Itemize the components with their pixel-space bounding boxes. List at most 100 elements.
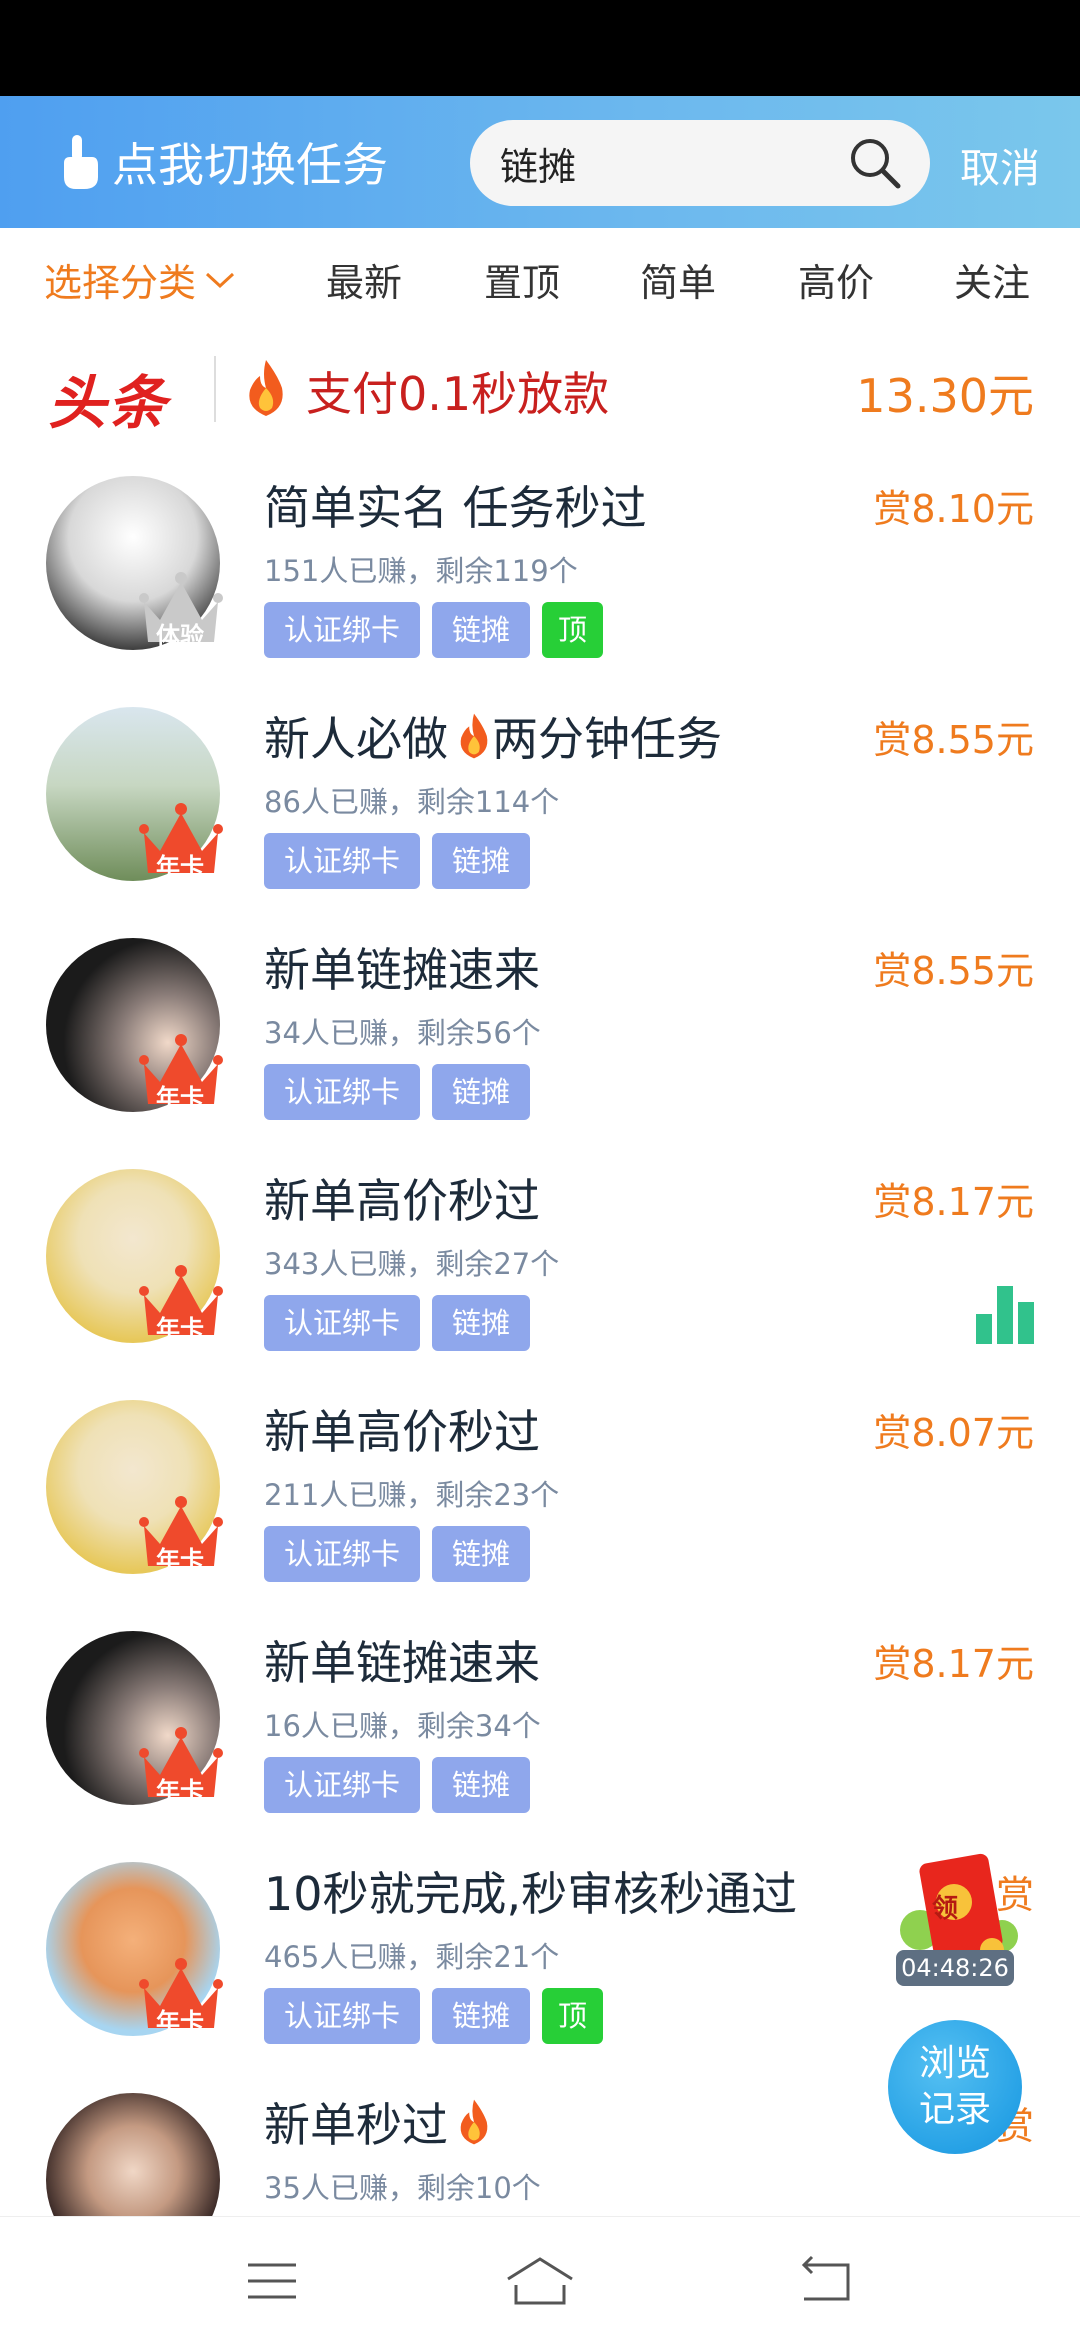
task-title-text: 简单实名 任务秒过 [264,481,647,535]
avatar [46,2093,220,2216]
tab-latest[interactable]: 最新 [326,252,402,307]
task-stats: 465人已赚，剩余21个 [264,1940,560,1974]
task-title-text: 10秒就完成,秒审核秒通过 [264,1867,798,1921]
task-title-text: 新单高价秒过 [264,1405,540,1459]
task-title: 新单链摊速来 [264,934,540,1000]
task-item[interactable]: 年卡 新人必做 两分钟任务 86人已赚，剩余114个 认证绑卡 链摊 赏8.55… [0,673,1080,904]
task-reward: 赏8.17元 [873,1642,1034,1686]
search-value: 链摊 [500,144,577,189]
task-stats: 211人已赚，剩余23个 [264,1478,560,1512]
tag-verify-card: 认证绑卡 [264,833,421,889]
pointing-hand-icon [64,135,98,189]
search-header: 点我切换任务 链摊 取消 [0,96,1080,228]
switch-task-button[interactable]: 点我切换任务 [58,130,388,194]
tab-following[interactable]: 关注 [954,252,1030,307]
avatar-badge-label: 年卡 [156,853,204,881]
tag-top: 顶 [542,602,604,658]
switch-task-label: 点我切换任务 [112,138,388,192]
task-title: 10秒就完成,秒审核秒通过 [264,1858,797,1924]
task-tags: 认证绑卡 链摊 顶 [264,602,615,658]
tag-lian-tan: 链摊 [432,1295,531,1351]
task-title: 新单秒过 [264,2089,492,2155]
tag-lian-tan: 链摊 [432,1988,531,2044]
task-reward: 赏8.10元 [873,487,1034,531]
fire-icon [460,713,488,759]
status-bar [0,0,1080,96]
envelope-label: 领 [932,1894,959,1924]
tag-verify-card: 认证绑卡 [264,1064,421,1120]
task-tags: 认证绑卡 链摊 [264,833,542,889]
task-item[interactable]: 体验 简单实名 任务秒过 151人已赚，剩余119个 认证绑卡 链摊 顶 赏8.… [0,442,1080,673]
tag-verify-card: 认证绑卡 [264,1295,421,1351]
avatar-badge-label: 年卡 [156,1777,204,1805]
task-item[interactable]: 年卡 新单链摊速来 16人已赚，剩余34个 认证绑卡 链摊 赏8.17元 [0,1597,1080,1828]
task-title: 简单实名 任务秒过 [264,472,647,538]
headline-title: 支付0.1秒放款 [306,367,610,421]
task-title: 新人必做 两分钟任务 [264,703,722,769]
fire-icon [460,2099,488,2145]
tab-category-label: 选择分类 [44,261,197,305]
history-label-1: 浏览 [918,2043,991,2084]
tag-lian-tan: 链摊 [432,1526,531,1582]
menu-icon[interactable] [242,2251,302,2311]
headline-banner[interactable]: 头条 支付0.1秒放款 13.30元 [0,332,1080,442]
task-item[interactable]: 年卡 新单高价秒过 211人已赚，剩余23个 认证绑卡 链摊 赏8.07元 [0,1366,1080,1597]
headline-amount: 13.30元 [856,369,1034,423]
tab-simple[interactable]: 简单 [640,252,716,307]
task-tags: 认证绑卡 链摊 [264,1757,542,1813]
task-reward: 赏8.17元 [873,1180,1034,1224]
bar-chart-icon[interactable] [974,1284,1036,1346]
task-title-text: 新单链摊速来 [264,1636,540,1690]
tag-verify-card: 认证绑卡 [264,602,421,658]
tag-verify-card: 认证绑卡 [264,1988,421,2044]
chevron-down-icon [205,272,235,288]
avatar-badge-label: 年卡 [156,2008,204,2036]
task-tags: 认证绑卡 链摊 [264,1526,542,1582]
task-stats: 343人已赚，剩余27个 [264,1247,560,1281]
task-title-text: 新单链摊速来 [264,943,540,997]
task-title-text-2: 两分钟任务 [492,712,722,766]
cancel-button[interactable]: 取消 [960,136,1040,194]
avatar-badge-label: 年卡 [156,1315,204,1343]
filter-tabs: 选择分类 最新 置顶 简单 高价 关注 [0,228,1080,332]
task-item[interactable]: 年卡 新单高价秒过 343人已赚，剩余27个 认证绑卡 链摊 赏8.17元 [0,1135,1080,1366]
task-reward: 赏8.07元 [873,1411,1034,1455]
task-tags: 认证绑卡 链摊 顶 [264,1988,615,2044]
task-stats: 86人已赚，剩余114个 [264,785,560,819]
task-tags: 认证绑卡 链摊 [264,1295,542,1351]
divider [214,356,216,422]
search-icon[interactable] [846,134,904,192]
tag-lian-tan: 链摊 [432,1757,531,1813]
browse-history-button[interactable]: 浏览 记录 [888,2020,1022,2154]
tab-category[interactable]: 选择分类 [44,252,236,307]
history-label-2: 记录 [918,2089,991,2130]
task-item[interactable]: 年卡 新单链摊速来 34人已赚，剩余56个 认证绑卡 链摊 赏8.55元 [0,904,1080,1135]
tab-high-price[interactable]: 高价 [798,252,874,307]
home-icon[interactable] [504,2251,576,2311]
avatar-badge-label: 年卡 [156,1084,204,1112]
task-stats: 34人已赚，剩余56个 [264,1016,541,1050]
search-input[interactable]: 链摊 [470,120,930,206]
fire-icon [249,360,283,416]
back-icon[interactable] [796,2251,856,2311]
task-stats: 35人已赚，剩余10个 [264,2171,541,2205]
tag-top: 顶 [542,1988,604,2044]
task-title-text: 新单高价秒过 [264,1174,540,1228]
task-stats: 16人已赚，剩余34个 [264,1709,541,1743]
countdown-timer: 04:48:26 [896,1950,1014,1986]
tag-verify-card: 认证绑卡 [264,1757,421,1813]
task-tags: 认证绑卡 链摊 [264,1064,542,1120]
tag-verify-card: 认证绑卡 [264,1526,421,1582]
task-stats: 151人已赚，剩余119个 [264,554,578,588]
task-title: 新单链摊速来 [264,1627,540,1693]
tag-lian-tan: 链摊 [432,602,531,658]
system-nav-bar [0,2216,1080,2341]
tab-pinned[interactable]: 置顶 [484,252,560,307]
task-title-text: 新人必做 [264,712,448,766]
avatar-badge-label: 体验 [156,622,204,650]
task-reward: 赏8.55元 [873,949,1034,993]
tag-lian-tan: 链摊 [432,1064,531,1120]
headline-brand: 头条 [48,369,169,437]
task-title-text: 新单秒过 [264,2098,448,2152]
task-title: 新单高价秒过 [264,1396,540,1462]
